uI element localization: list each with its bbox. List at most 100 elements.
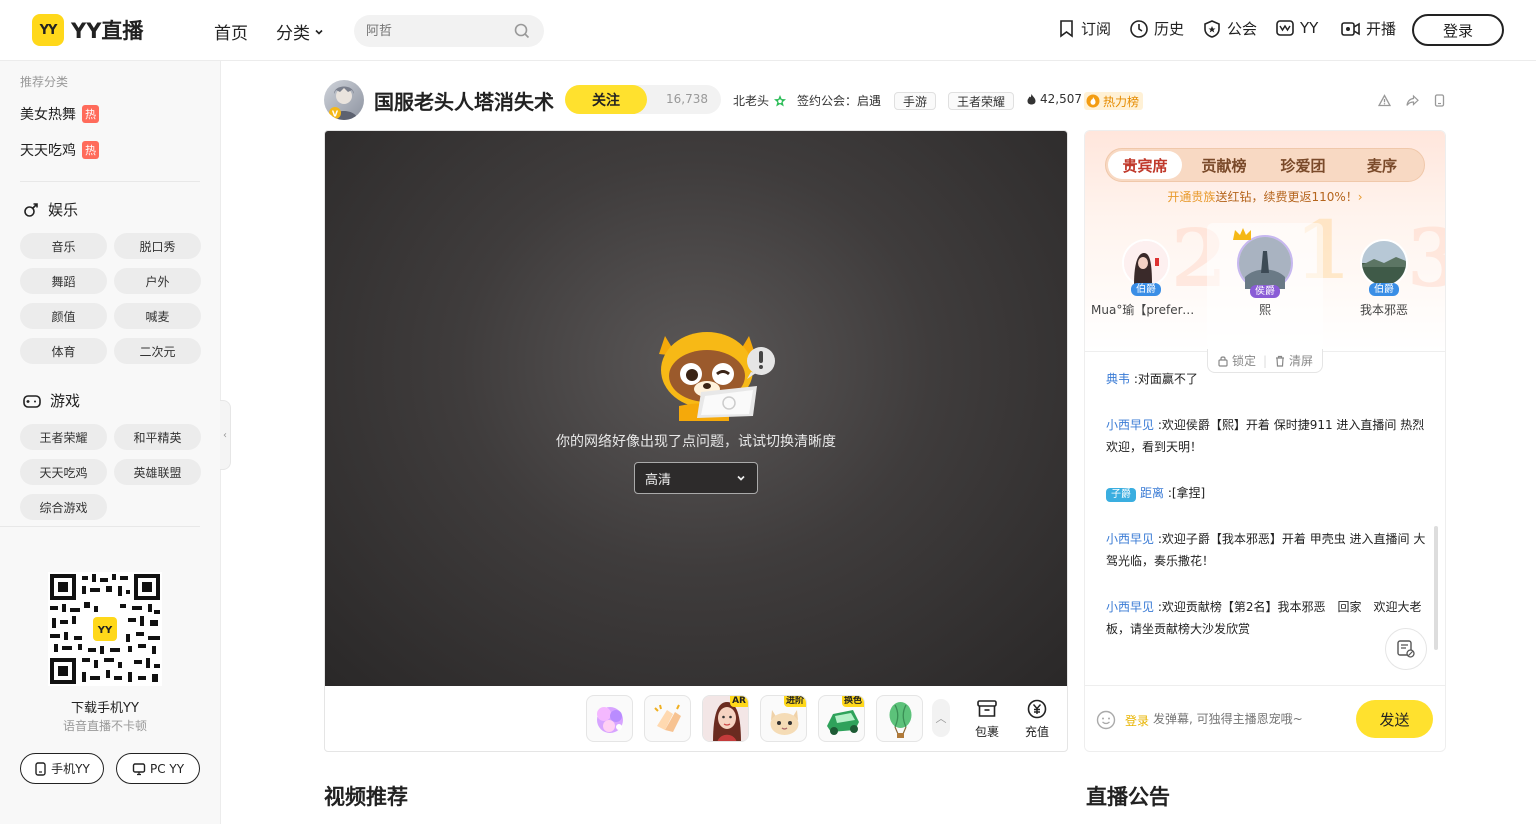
danmaku-input[interactable] (1153, 708, 1343, 730)
gift-item-2[interactable] (644, 695, 691, 742)
logo-badge: YY (32, 14, 64, 46)
gift-item-3[interactable]: AR (702, 695, 749, 742)
yy-label: YY (1300, 19, 1319, 37)
history-link[interactable]: 历史 (1129, 18, 1184, 39)
divider (0, 526, 200, 527)
video-player: 你的网络好像出现了点问题，试试切换清晰度 高清 AR 进阶 换色 ︿ 包裹 充值 (324, 130, 1068, 752)
share-icon[interactable] (1406, 94, 1419, 107)
nav-category[interactable]: 分类 (276, 19, 325, 44)
gift-expand-button[interactable]: ︿ (932, 699, 950, 737)
nav-home[interactable]: 首页 (214, 19, 248, 44)
chevron-right-icon: › (1357, 190, 1363, 204)
panel-tabs: 贵宾席 贡献榜 珍爱团 麦序 (1105, 148, 1425, 182)
ar-badge: AR (730, 696, 748, 707)
quality-select[interactable]: 高清 (634, 462, 758, 494)
tab-contribution[interactable]: 贡献榜 (1187, 151, 1261, 179)
emoji-icon[interactable] (1096, 710, 1116, 730)
mobile-view-icon[interactable] (1433, 94, 1446, 107)
hot-rank-badge[interactable]: 热力榜 (1084, 92, 1144, 110)
follow-button[interactable]: 关注 (565, 85, 647, 114)
chat-user[interactable]: 典韦 (1106, 372, 1130, 386)
logo-text: YY直播 (71, 19, 144, 43)
video-area[interactable]: 你的网络好像出现了点问题，试试切换清晰度 高清 (325, 131, 1067, 686)
chat-message: 小西早见 :欢迎贡献榜【第2名】我本邪恶 回家 欢迎大老板，请坐贡献榜大沙发欣赏 (1106, 600, 1422, 636)
gift-item-4[interactable]: 进阶 (760, 695, 807, 742)
tab-mic-order[interactable]: 麦序 (1345, 151, 1419, 179)
chip-sports[interactable]: 体育 (20, 338, 107, 364)
tab-fan-group[interactable]: 珍爱团 (1266, 151, 1340, 179)
vip-seat-2[interactable]: 伯爵 Mua°瑜【prefere… (1087, 239, 1205, 318)
chip-outdoor[interactable]: 户外 (114, 268, 201, 294)
nobility-promo-text: 送红钻，续费更返110%！ (1215, 190, 1358, 204)
crown-icon (1233, 228, 1251, 240)
vip-seat-3[interactable]: 伯爵 我本邪恶 (1325, 239, 1443, 318)
chip-chicken[interactable]: 天天吃鸡 (20, 459, 107, 485)
top-bar: YY YY直播 首页 分类 订阅 历史 公会 YY 开播 登录 (0, 0, 1536, 61)
chip-hok[interactable]: 王者荣耀 (20, 424, 107, 450)
login-button[interactable]: 登录 (1412, 14, 1504, 46)
clear-label: 清屏 (1289, 354, 1314, 368)
chat-user[interactable]: 小西早见 (1106, 600, 1154, 614)
tab-vip-seats[interactable]: 贵宾席 (1108, 151, 1182, 179)
vip-area: 贵宾席 贡献榜 珍爱团 麦序 开通贵族送红钻，续费更返110%！› 2 1 3 … (1085, 131, 1445, 351)
warning-icon[interactable] (1378, 94, 1391, 107)
sidebar-item-label: 天天吃鸡 (20, 143, 76, 159)
recharge-button[interactable]: 充值 (1022, 699, 1052, 740)
guild-link[interactable]: 公会 (1202, 18, 1257, 39)
gift-item-5[interactable]: 换色 (818, 695, 865, 742)
gamepad-icon (23, 394, 41, 408)
chat-user[interactable]: 小西早见 (1106, 532, 1154, 546)
chip-talkshow[interactable]: 脱口秀 (114, 233, 201, 259)
chat-user[interactable]: 小西早见 (1106, 418, 1154, 432)
send-button[interactable]: 发送 (1356, 700, 1433, 738)
chat-settings-button[interactable] (1385, 628, 1427, 670)
nobility-promo-highlight: 开通贵族 (1167, 190, 1216, 204)
yy-logo[interactable]: YY YY直播 (32, 14, 143, 46)
chat-message: 小西早见 :欢迎侯爵【熙】开着 保时捷911 进入直播间 热烈欢迎，看到天明！ (1106, 418, 1425, 454)
yy-link[interactable]: YY (1275, 18, 1318, 38)
nobility-promo[interactable]: 开通贵族送红钻，续费更返110%！› (1085, 188, 1445, 205)
subscribe-link[interactable]: 订阅 (1057, 18, 1111, 39)
chat-filter-icon (1397, 640, 1415, 658)
chat-scrollbar[interactable] (1434, 526, 1438, 650)
broadcast-link[interactable]: 开播 (1340, 18, 1396, 39)
chip-dance[interactable]: 舞蹈 (20, 268, 107, 294)
pc-yy-button[interactable]: PC YY (116, 753, 200, 784)
mobile-yy-button[interactable]: 手机YY (20, 753, 104, 784)
clear-button[interactable]: 清屏 (1274, 352, 1313, 369)
seat-rank-badge: 伯爵 (1131, 283, 1161, 296)
chip-anime[interactable]: 二次元 (114, 338, 201, 364)
bookmark-icon (1060, 20, 1073, 38)
chat-login-link[interactable]: 登录 (1125, 712, 1149, 729)
vip-seat-1[interactable]: 侯爵 熙 (1206, 228, 1324, 318)
chip-shout[interactable]: 喊麦 (114, 303, 201, 329)
camera-icon (1341, 21, 1360, 36)
monitor-icon (132, 762, 146, 775)
chip-general[interactable]: 综合游戏 (20, 494, 107, 520)
chip-looks[interactable]: 颜值 (20, 303, 107, 329)
lock-button[interactable]: 锁定 (1217, 352, 1256, 369)
sidebar-collapse-handle[interactable]: ‹ (220, 400, 231, 470)
guild-info[interactable]: 签约公会：启遇 (797, 92, 881, 109)
seat-name: 我本邪恶 (1359, 303, 1408, 317)
fire-badge-icon (1086, 94, 1100, 108)
chat-user[interactable]: 距离 (1140, 486, 1164, 500)
tag-mobile-games[interactable]: 手游 (894, 92, 937, 110)
sidebar-item-chicken[interactable]: 天天吃鸡 热 (20, 140, 99, 160)
chip-pubg[interactable]: 和平精英 (114, 424, 201, 450)
chip-music[interactable]: 音乐 (20, 233, 107, 259)
tag-hok[interactable]: 王者荣耀 (948, 92, 1015, 110)
qr-logo-label: YY (97, 625, 113, 636)
host-avatar[interactable]: V (324, 80, 364, 120)
sidebar-item-dance[interactable]: 美女热舞 热 (20, 104, 99, 124)
yuan-coin-icon (1027, 699, 1047, 719)
bag-button[interactable]: 包裹 (972, 699, 1002, 740)
seat-avatar: 伯爵 (1360, 239, 1408, 296)
host-name-group[interactable]: 北老头 (733, 92, 787, 109)
search-icon[interactable] (513, 22, 531, 40)
gift-item-6[interactable] (876, 695, 923, 742)
trash-icon (1276, 355, 1285, 367)
bag-label: 包裹 (974, 725, 999, 739)
gift-item-1[interactable] (586, 695, 633, 742)
chip-lol[interactable]: 英雄联盟 (114, 459, 201, 485)
